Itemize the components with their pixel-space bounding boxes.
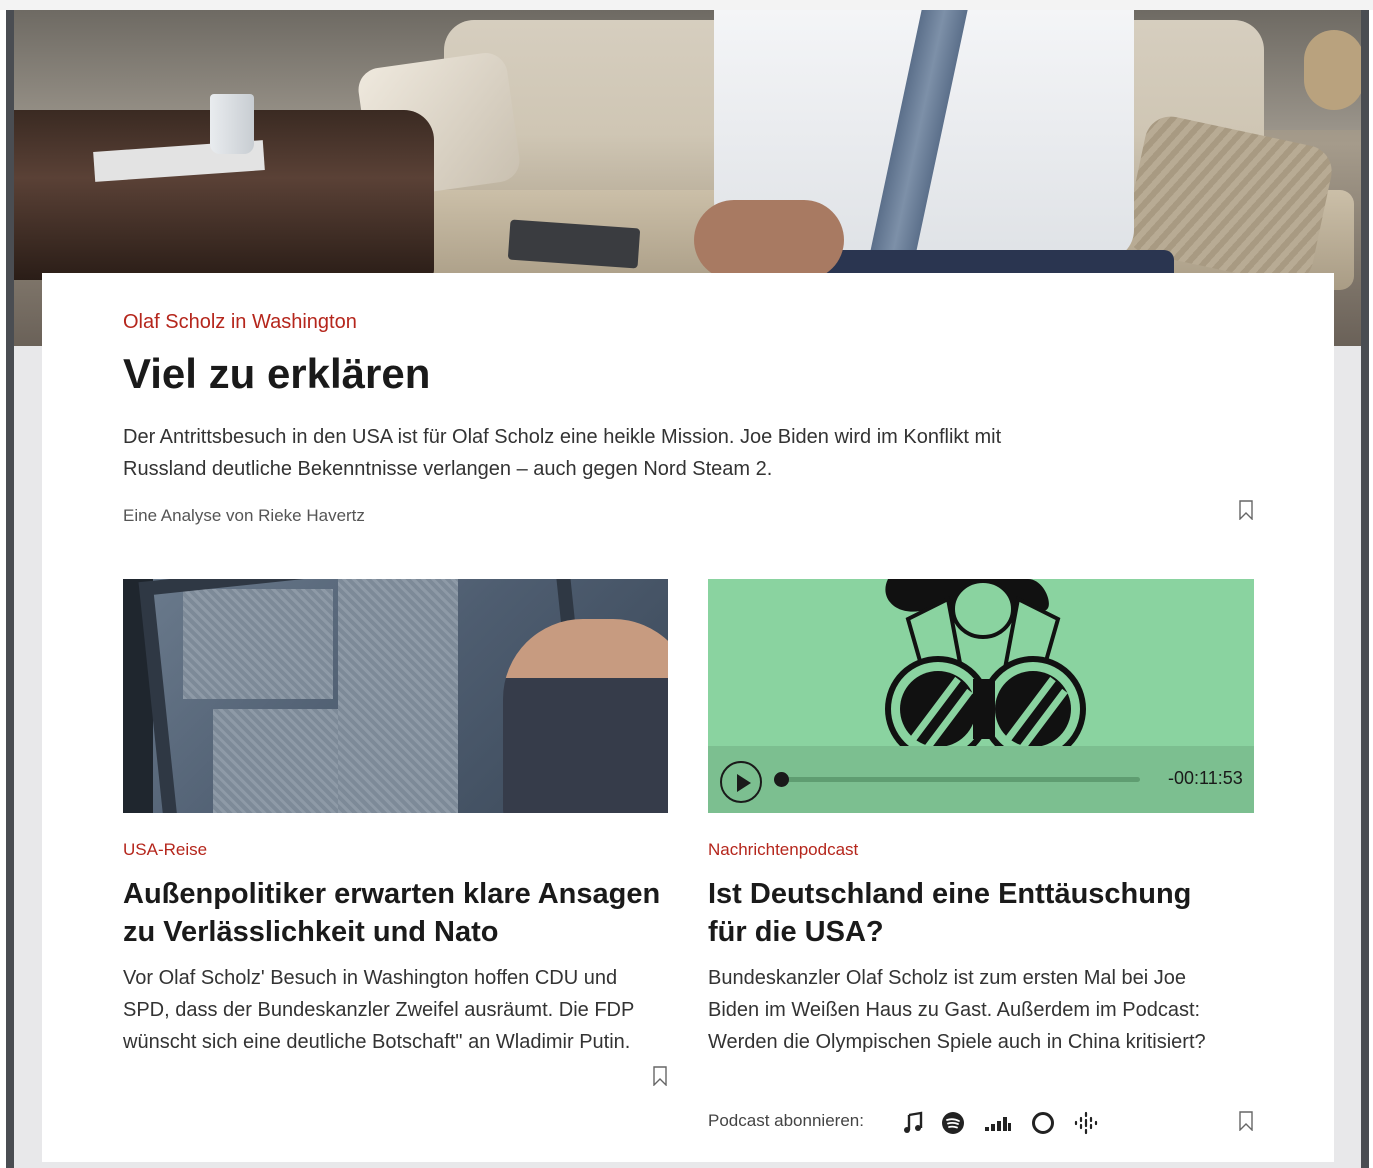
article-image-scholz[interactable] bbox=[123, 579, 668, 813]
hero-kicker[interactable]: Olaf Scholz in Washington bbox=[123, 311, 357, 334]
binoculars-illustration bbox=[885, 579, 1086, 762]
article-title[interactable]: Außenpolitiker erwarten klare Ansagen zu… bbox=[123, 875, 663, 951]
hand bbox=[694, 200, 844, 280]
window-frame-right bbox=[1361, 10, 1369, 1168]
cup bbox=[210, 94, 254, 154]
article-lead[interactable]: Vor Olaf Scholz' Besuch in Washington ho… bbox=[123, 962, 643, 1058]
progress-knob[interactable] bbox=[774, 772, 789, 787]
bookmark-icon[interactable] bbox=[1239, 1111, 1253, 1131]
podcast-artwork[interactable]: -00:11:53 bbox=[708, 579, 1254, 813]
browser-top-strip bbox=[0, 0, 1373, 10]
play-button[interactable] bbox=[720, 761, 762, 803]
person bbox=[503, 619, 668, 813]
article-kicker[interactable]: USA-Reise bbox=[123, 840, 207, 860]
bookmark-icon[interactable] bbox=[653, 1066, 667, 1086]
article-title[interactable]: Ist Deutschland eine Enttäuschung für di… bbox=[708, 875, 1228, 951]
podcast-subscribe-label: Podcast abonnieren: bbox=[708, 1111, 864, 1130]
bookmark-icon[interactable] bbox=[1239, 500, 1253, 520]
google-podcasts-icon[interactable] bbox=[1074, 1111, 1098, 1135]
apple-podcasts-icon[interactable] bbox=[901, 1111, 925, 1135]
cabin-window bbox=[1304, 30, 1361, 110]
hero-lead[interactable]: Der Antrittsbesuch in den USA ist für Ol… bbox=[123, 421, 1023, 485]
audio-player: -00:11:53 bbox=[708, 746, 1254, 813]
window-frame-left bbox=[6, 10, 14, 1168]
spotify-icon[interactable] bbox=[941, 1111, 965, 1135]
remaining-time: -00:11:53 bbox=[1168, 768, 1243, 788]
article-lead[interactable]: Bundeskanzler Olaf Scholz ist zum ersten… bbox=[708, 962, 1228, 1058]
deezer-icon[interactable] bbox=[985, 1111, 1011, 1135]
progress-track[interactable] bbox=[782, 777, 1140, 782]
article-kicker[interactable]: Nachrichtenpodcast bbox=[708, 840, 858, 860]
hero-title[interactable]: Viel zu erklären bbox=[123, 350, 430, 398]
hero-byline: Eine Analyse von Rieke Havertz bbox=[123, 506, 365, 525]
podcast-addict-icon[interactable] bbox=[1031, 1111, 1055, 1135]
